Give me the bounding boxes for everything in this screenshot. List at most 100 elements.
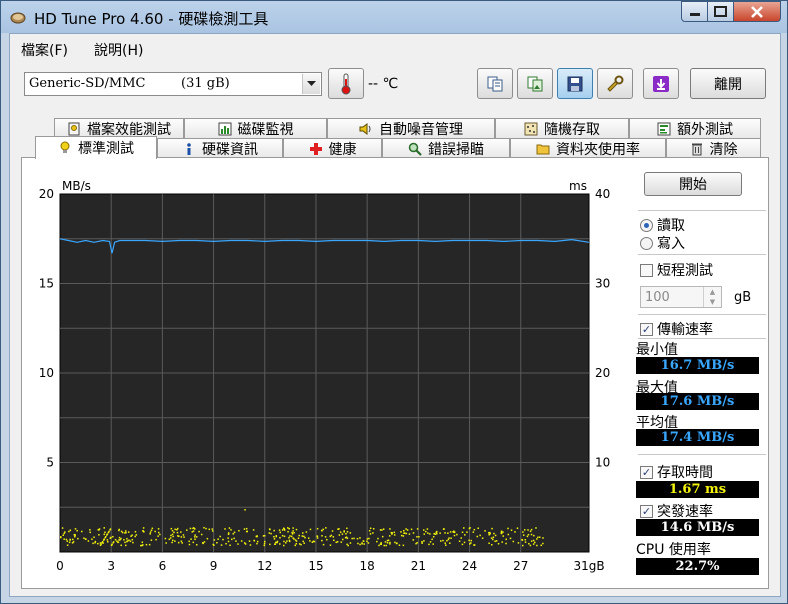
access-time-point <box>494 540 496 543</box>
access-time-point <box>87 540 90 542</box>
burst-rate-checkbox[interactable]: ✓ 突發速率 <box>640 501 713 521</box>
minimize-button[interactable] <box>681 1 708 22</box>
access-time-point <box>316 537 319 539</box>
access-time-point <box>389 528 391 530</box>
access-time-point <box>68 530 70 533</box>
access-time-checkbox[interactable]: ✓ 存取時間 <box>640 462 713 482</box>
start-button[interactable]: 開始 <box>644 172 742 196</box>
access-time-point <box>444 532 446 534</box>
access-time-point <box>263 540 266 543</box>
y-left-tick-label: 5 <box>46 456 54 470</box>
access-time-point <box>283 535 286 538</box>
save-button[interactable] <box>557 68 593 99</box>
dropdown-button[interactable] <box>302 74 320 94</box>
access-time-point <box>157 535 159 537</box>
y-right-tick-label: 40 <box>595 187 610 201</box>
access-time-point <box>111 543 113 546</box>
access-time-point <box>176 527 179 530</box>
access-time-point <box>332 536 335 538</box>
access-time-point <box>425 530 427 533</box>
access-time-point <box>288 536 290 539</box>
access-time-point <box>479 534 481 537</box>
access-time-point <box>278 529 281 531</box>
access-time-point <box>463 541 466 544</box>
access-time-point <box>72 541 75 543</box>
copy-info-button[interactable] <box>477 68 513 99</box>
burst-rate-value: 14.6 MB/s <box>636 519 759 536</box>
access-time-point <box>281 534 284 537</box>
tab-health[interactable]: 健康 <box>283 138 382 158</box>
exit-button[interactable]: 離開 <box>690 68 766 99</box>
tab-error-scan[interactable]: 錯誤掃瞄 <box>382 138 510 158</box>
access-time-point <box>182 534 185 536</box>
access-time-point <box>363 543 365 545</box>
access-time-point <box>339 531 342 533</box>
access-time-point <box>512 540 515 543</box>
access-time-point <box>219 535 221 538</box>
x-tick-label: 9 <box>210 559 218 573</box>
access-time-point <box>536 538 538 540</box>
close-button[interactable] <box>734 1 781 22</box>
menu-file[interactable]: 檔案(F) <box>21 40 68 60</box>
tab-file-benchmark[interactable]: 檔案效能測試 <box>54 118 184 138</box>
access-time-point <box>473 528 476 531</box>
access-time-point <box>149 531 152 533</box>
access-time-point <box>436 530 438 533</box>
access-time-point <box>107 541 109 543</box>
access-time-point <box>198 530 200 533</box>
separator <box>638 454 766 455</box>
x-tick-label: 18 <box>360 559 375 573</box>
access-time-point <box>484 530 486 532</box>
access-time-point <box>400 531 402 533</box>
tab-disk-monitor[interactable]: 磁碟監視 <box>184 118 327 138</box>
access-time-point <box>169 537 172 539</box>
transfer-rate-checkbox[interactable]: ✓ 傳輸速率 <box>640 319 713 339</box>
menu-bar: 檔案(F) 說明(H) <box>10 34 780 60</box>
menu-help[interactable]: 說明(H) <box>94 40 143 60</box>
copy-screenshot-button[interactable] <box>517 68 553 99</box>
access-time-point <box>395 542 398 545</box>
radio-read-indicator <box>640 218 653 232</box>
tab-erase[interactable]: 清除 <box>666 138 761 158</box>
access-time-point <box>536 544 538 547</box>
access-time-point <box>132 541 134 544</box>
maximize-button[interactable] <box>708 1 734 22</box>
temperature-button[interactable] <box>328 68 364 99</box>
access-time-point <box>112 535 114 538</box>
spin-down-icon[interactable]: ▼ <box>704 297 721 307</box>
access-time-point <box>366 540 368 543</box>
cpu-value: 22.7% <box>636 558 759 575</box>
access-time-point <box>542 537 544 539</box>
short-test-size-input[interactable]: 100 ▲ ▼ <box>640 286 722 308</box>
access-time-point <box>290 535 293 538</box>
tab-random-access[interactable]: 隨機存取 <box>495 118 629 138</box>
tab-extra-tests[interactable]: 額外測試 <box>629 118 761 138</box>
access-time-point <box>104 531 106 534</box>
access-time-point <box>171 541 173 544</box>
drive-select[interactable]: Generic-SD/MMC (31 gB) <box>24 72 322 96</box>
access-time-point <box>492 538 494 541</box>
short-test-checkbox[interactable]: 短程測試 <box>640 260 713 280</box>
access-time-point <box>423 529 425 531</box>
access-time-point <box>302 540 304 543</box>
access-time-point <box>164 537 167 540</box>
download-button[interactable] <box>643 68 679 99</box>
write-radio[interactable]: 寫入 <box>640 233 685 253</box>
access-time-point <box>367 542 370 544</box>
access-time-point <box>464 534 466 536</box>
access-time-point <box>418 536 420 538</box>
read-radio[interactable]: 讀取 <box>640 215 685 235</box>
tab-aam[interactable]: 自動噪音管理 <box>327 118 495 138</box>
options-button[interactable] <box>597 68 633 99</box>
title-bar[interactable]: HD Tune Pro 4.60 - 硬碟檢測工具 <box>1 1 787 33</box>
access-time-point <box>346 531 349 533</box>
trash-icon <box>691 143 702 155</box>
access-time-point <box>444 542 446 544</box>
tab-benchmark[interactable]: 標準測試 <box>35 136 157 159</box>
access-time-point <box>341 533 344 535</box>
spin-arrows[interactable]: ▲ ▼ <box>703 287 721 307</box>
spin-up-icon[interactable]: ▲ <box>704 287 721 297</box>
tab-info[interactable]: 硬碟資訊 <box>157 138 283 158</box>
access-time-point <box>192 530 195 532</box>
tab-folder-usage[interactable]: 資料夾使用率 <box>510 138 666 158</box>
